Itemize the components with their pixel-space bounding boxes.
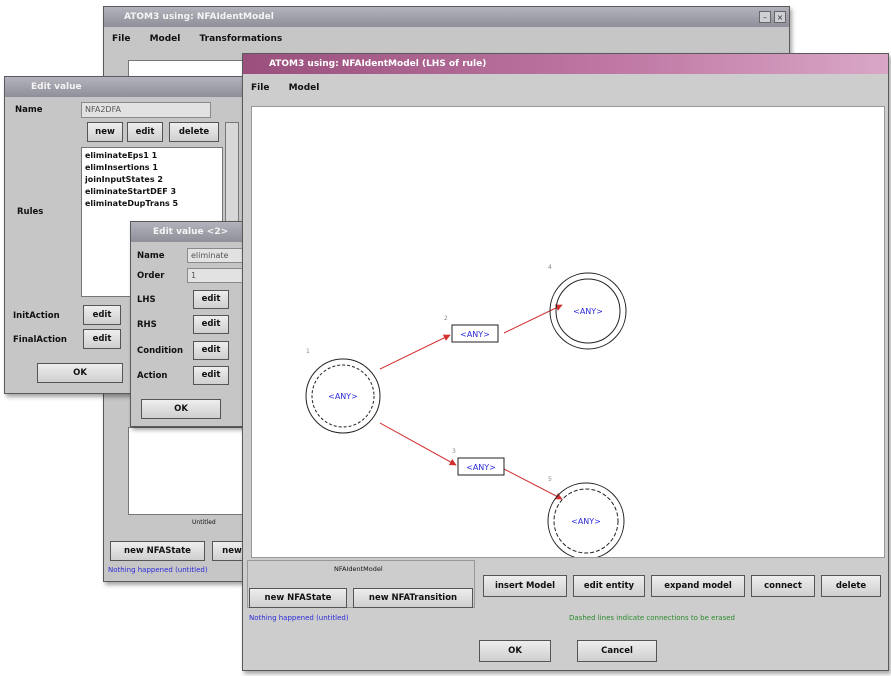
action-label: Action bbox=[137, 371, 168, 381]
transition-node[interactable]: <ANY> 2 bbox=[444, 315, 499, 343]
connect-button[interactable]: connect bbox=[751, 575, 815, 597]
ok-button[interactable]: OK bbox=[479, 640, 551, 662]
edit-value-2-title: Edit value <2> bbox=[153, 227, 229, 237]
back-window-title: ATOM3 using: NFAIdentModel bbox=[124, 12, 274, 22]
menu-file[interactable]: File bbox=[112, 34, 130, 44]
list-item[interactable]: elimInsertions 1 bbox=[85, 162, 219, 174]
close-icon[interactable]: × bbox=[774, 11, 786, 23]
list-item[interactable]: eliminateStartDEF 3 bbox=[85, 186, 219, 198]
menu-model[interactable]: Model bbox=[150, 34, 181, 44]
rule-new-button[interactable]: new bbox=[87, 122, 123, 142]
list-item[interactable]: eliminateDupTrans 5 bbox=[85, 198, 219, 210]
name-field[interactable]: NFA2DFA bbox=[81, 102, 211, 118]
new-nfastate-button[interactable]: new NFAState bbox=[249, 588, 347, 608]
edit-value-2-window: Edit value <2> Name eliminate Order 1 LH… bbox=[130, 221, 252, 427]
rhs-label: RHS bbox=[137, 320, 157, 330]
condition-edit-button[interactable]: edit bbox=[193, 341, 229, 360]
rules-label: Rules bbox=[17, 207, 44, 217]
edit-value-2-titlebar[interactable]: Edit value <2> bbox=[131, 222, 251, 242]
lhs-edit-button[interactable]: edit bbox=[193, 290, 229, 309]
transition-label: <ANY> bbox=[460, 330, 490, 339]
state-number: 1 bbox=[306, 348, 310, 355]
state-label: <ANY> bbox=[328, 392, 358, 401]
transition-number: 2 bbox=[444, 315, 448, 322]
panel-label: NFAIdentModel bbox=[334, 565, 383, 573]
edge-t1-s2[interactable] bbox=[503, 304, 563, 334]
edit-entity-button[interactable]: edit entity bbox=[573, 575, 645, 597]
main-window: ATOM3 using: NFAIdentModel (LHS of rule)… bbox=[242, 53, 889, 671]
list-item[interactable]: joinInputStates 2 bbox=[85, 174, 219, 186]
action-edit-button[interactable]: edit bbox=[193, 366, 229, 385]
back-window-status: Nothing happened (untitled) bbox=[108, 566, 208, 574]
transition-number: 3 bbox=[452, 448, 456, 455]
model-canvas[interactable]: <ANY> 1 <ANY> 4 <ANY> 5 <ANY> 2 <ANY> 3 bbox=[251, 106, 885, 558]
main-menu-model[interactable]: Model bbox=[289, 83, 320, 93]
final-action-label: FinalAction bbox=[13, 335, 67, 345]
state-node[interactable]: <ANY> 1 bbox=[305, 348, 381, 434]
back-window-menubar: File Model Transformations bbox=[104, 29, 789, 49]
status-left: Nothing happened (untitled) bbox=[249, 614, 349, 622]
main-window-menubar: File Model bbox=[243, 78, 888, 98]
graph-svg: <ANY> 1 <ANY> 4 <ANY> 5 <ANY> 2 <ANY> 3 bbox=[305, 264, 627, 557]
state-label: <ANY> bbox=[573, 307, 603, 316]
final-action-edit-button[interactable]: edit bbox=[83, 329, 121, 349]
transition-node[interactable]: <ANY> 3 bbox=[452, 448, 505, 476]
rule-name-label: Name bbox=[137, 251, 165, 261]
state-label: <ANY> bbox=[571, 517, 601, 526]
expand-model-button[interactable]: expand model bbox=[651, 575, 745, 597]
main-window-titlebar[interactable]: ATOM3 using: NFAIdentModel (LHS of rule) bbox=[243, 54, 888, 74]
rule-edit-button[interactable]: edit bbox=[127, 122, 163, 142]
edit-value-2-ok-button[interactable]: OK bbox=[141, 399, 221, 419]
delete-button[interactable]: delete bbox=[821, 575, 881, 597]
back-new-nfastate-button[interactable]: new NFAState bbox=[110, 541, 205, 561]
lhs-label: LHS bbox=[137, 295, 156, 305]
back-window-canvas[interactable] bbox=[128, 427, 248, 515]
insert-model-button[interactable]: insert Model bbox=[483, 575, 567, 597]
menu-transformations[interactable]: Transformations bbox=[199, 34, 282, 44]
edge-s1-t2[interactable] bbox=[379, 422, 457, 466]
back-window-titlebar[interactable]: ATOM3 using: NFAIdentModel bbox=[104, 7, 789, 27]
list-item[interactable]: eliminateEps1 1 bbox=[85, 150, 219, 162]
edit-value-ok-button[interactable]: OK bbox=[37, 363, 123, 383]
rule-name-field[interactable]: eliminate bbox=[187, 248, 247, 263]
edit-value-titlebar[interactable]: Edit value bbox=[5, 77, 245, 97]
new-nfatransition-button[interactable]: new NFATransition bbox=[353, 588, 473, 608]
back-window-panel-label: Untitled bbox=[192, 519, 216, 526]
main-window-title: ATOM3 using: NFAIdentModel (LHS of rule) bbox=[269, 59, 487, 69]
state-number: 5 bbox=[548, 476, 552, 483]
state-node[interactable]: <ANY> 5 bbox=[547, 476, 625, 557]
condition-label: Condition bbox=[137, 346, 183, 356]
init-action-edit-button[interactable]: edit bbox=[83, 305, 121, 325]
rhs-edit-button[interactable]: edit bbox=[193, 315, 229, 334]
transition-label: <ANY> bbox=[466, 463, 496, 472]
edge-t2-s3[interactable] bbox=[503, 468, 563, 500]
state-number: 4 bbox=[548, 264, 552, 271]
rule-delete-button[interactable]: delete bbox=[169, 122, 219, 142]
edge-s1-t1[interactable] bbox=[379, 334, 451, 370]
order-field[interactable]: 1 bbox=[187, 268, 247, 283]
cancel-button[interactable]: Cancel bbox=[577, 640, 657, 662]
init-action-label: InitAction bbox=[13, 311, 60, 321]
name-label: Name bbox=[15, 105, 43, 115]
main-menu-file[interactable]: File bbox=[251, 83, 269, 93]
minimize-icon[interactable]: – bbox=[759, 11, 771, 23]
status-right: Dashed lines indicate connections to be … bbox=[569, 614, 735, 622]
order-label: Order bbox=[137, 271, 165, 281]
edit-value-title: Edit value bbox=[31, 82, 82, 92]
